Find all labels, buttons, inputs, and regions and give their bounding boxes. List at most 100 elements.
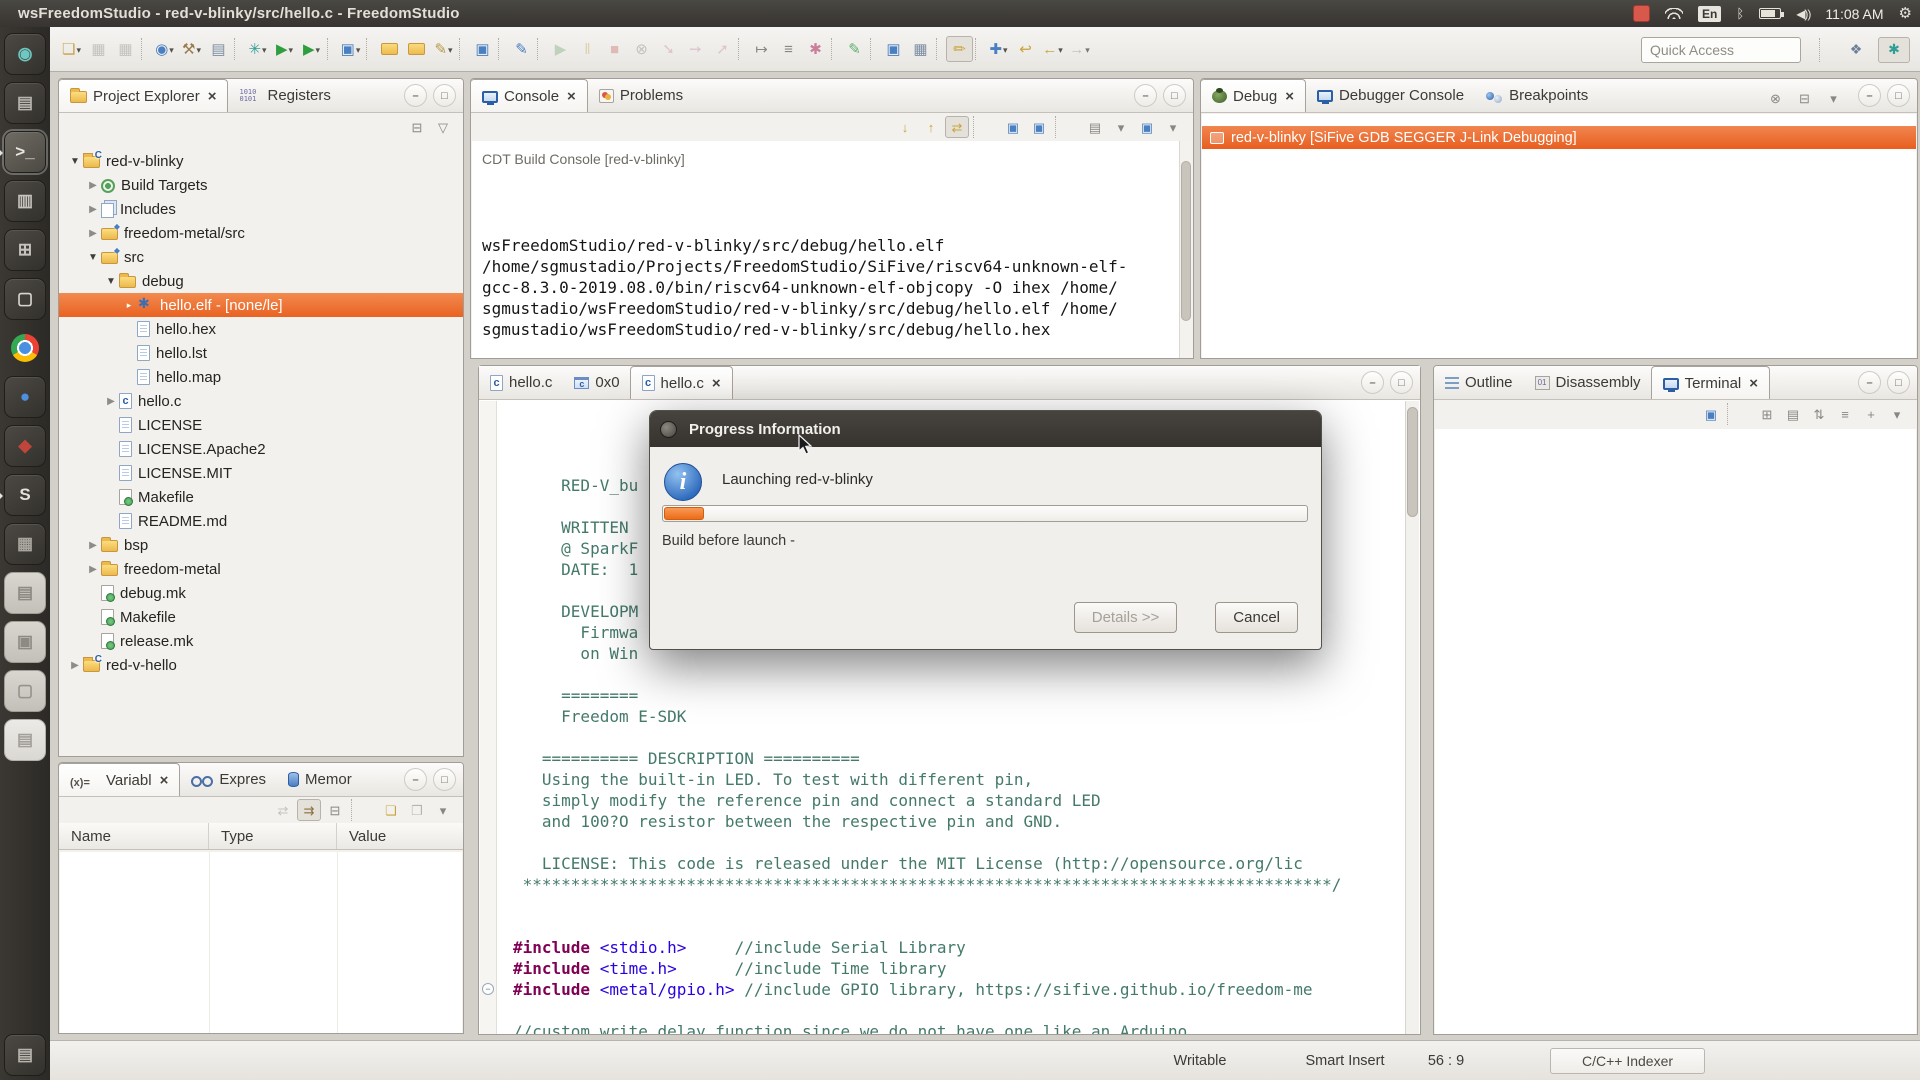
toolbar-button[interactable]: ▦ — [85, 36, 112, 62]
toolbar-button[interactable]: ✏ — [946, 36, 973, 62]
variables-toolbar-button[interactable]: ⇉ — [297, 799, 321, 821]
tree-expand-arrow-icon[interactable]: ▶ — [85, 204, 101, 215]
tab-project-explorer[interactable]: Project Explorer — [58, 79, 228, 112]
launcher-app-icon[interactable]: ▦ — [4, 523, 46, 565]
session-gear-icon[interactable] — [1899, 4, 1912, 23]
tab-terminal[interactable]: Terminal — [1651, 366, 1770, 399]
tab-expressions[interactable]: Expres — [180, 763, 277, 796]
launcher-app-icon[interactable]: ◉ — [4, 33, 46, 75]
toolbar-button[interactable]: ➚ — [709, 36, 736, 62]
editor-tab-hello-c-active[interactable]: hello.c — [630, 366, 733, 399]
dropdown-arrow-icon[interactable] — [316, 40, 321, 58]
toolbar-button[interactable]: ▶ — [547, 36, 574, 62]
dropdown-arrow-icon[interactable] — [1085, 40, 1090, 58]
close-tab-icon[interactable] — [565, 88, 576, 105]
close-tab-icon[interactable] — [710, 375, 721, 392]
toolbar-button[interactable]: ✳ — [244, 36, 271, 62]
dialog-window-button[interactable] — [660, 421, 677, 438]
minimize-view-button[interactable] — [1361, 371, 1384, 394]
tree-expand-arrow-icon[interactable]: ▶ — [103, 396, 119, 407]
toolbar-button[interactable]: ✎ — [430, 36, 457, 62]
toolbar-button[interactable]: ■ — [601, 36, 628, 62]
tree-expand-arrow-icon[interactable]: ▼ — [67, 156, 83, 167]
tree-item[interactable]: debug.mk — [59, 581, 463, 605]
tab-breakpoints[interactable]: Breakpoints — [1475, 79, 1599, 112]
launcher-app-icon[interactable]: ▢ — [4, 278, 46, 320]
console-toolbar-button[interactable]: ▾ — [1109, 116, 1133, 138]
toolbar-button[interactable]: ▤ — [205, 36, 232, 62]
launcher-app-icon[interactable]: ▤ — [4, 572, 46, 614]
dropdown-arrow-icon[interactable] — [262, 40, 267, 58]
column-header-value[interactable]: Value — [337, 823, 463, 849]
tree-item[interactable]: hello.map — [59, 365, 463, 389]
wifi-icon[interactable] — [1665, 8, 1683, 19]
maximize-view-button[interactable] — [433, 768, 456, 791]
tab-console[interactable]: Console — [470, 79, 588, 112]
launcher-app-icon[interactable]: S — [4, 474, 46, 516]
tree-expand-arrow-icon[interactable]: ▼ — [103, 276, 119, 287]
tree-item[interactable]: ▼ debug — [59, 269, 463, 293]
toolbar-button[interactable]: ▣ — [469, 36, 496, 62]
bluetooth-icon[interactable] — [1736, 5, 1744, 23]
tab-outline[interactable]: Outline — [1434, 366, 1524, 399]
details-button[interactable]: Details >> — [1074, 602, 1178, 633]
toolbar-button[interactable] — [498, 38, 506, 60]
toolbar-button[interactable]: ➙ — [682, 36, 709, 62]
scrollbar-thumb[interactable] — [1407, 407, 1418, 517]
tree-item[interactable]: ▶ red-v-hello — [59, 653, 463, 677]
tree-expand-arrow-icon[interactable]: ▶ — [85, 564, 101, 575]
tree-item[interactable]: ▸ hello.elf - [none/le] — [59, 293, 463, 317]
close-tab-icon[interactable] — [206, 88, 217, 105]
toolbar-button[interactable]: ▦ — [907, 36, 934, 62]
minimize-view-button[interactable] — [1858, 84, 1881, 107]
toolbar-button[interactable]: ▶ — [298, 36, 325, 62]
clock[interactable]: 11:08 AM — [1825, 6, 1883, 22]
maximize-view-button[interactable] — [433, 84, 456, 107]
variables-toolbar-button[interactable] — [351, 799, 375, 821]
column-header-type[interactable]: Type — [209, 823, 337, 849]
tree-item[interactable]: hello.hex — [59, 317, 463, 341]
launcher-app-icon[interactable]: ⊞ — [4, 229, 46, 271]
toolbar-button[interactable]: ➘ — [655, 36, 682, 62]
minimize-view-button[interactable] — [1858, 371, 1881, 394]
tab-disassembly[interactable]: Disassembly — [1524, 366, 1652, 399]
dialog-titlebar[interactable]: Progress Information — [650, 411, 1321, 447]
variables-toolbar-button[interactable]: ▾ — [431, 799, 455, 821]
console-toolbar-button[interactable] — [1055, 116, 1079, 138]
tree-item[interactable]: ▶ Build Targets — [59, 173, 463, 197]
terminal-toolbar-button[interactable]: ≡ — [1833, 403, 1857, 425]
terminal-content[interactable] — [1435, 429, 1916, 1034]
toolbar-button[interactable] — [870, 38, 878, 60]
launcher-app-icon[interactable]: ▥ — [4, 180, 46, 222]
toolbar-button[interactable] — [141, 38, 149, 60]
tree-item[interactable]: ▼ src — [59, 245, 463, 269]
scrollbar-thumb[interactable] — [1181, 161, 1191, 321]
keyboard-layout-indicator[interactable]: En — [1698, 6, 1721, 22]
toolbar-button[interactable] — [936, 38, 944, 60]
maximize-view-button[interactable] — [1887, 371, 1910, 394]
launcher-app-icon[interactable]: ● — [4, 376, 46, 418]
debug-toolbar-button[interactable]: ⊗ — [1762, 85, 1789, 111]
tree-item[interactable]: ▶ freedom-metal/src — [59, 221, 463, 245]
editor-tab-hello-c[interactable]: hello.c — [479, 366, 563, 399]
console-toolbar-button[interactable]: ▤ — [1083, 116, 1107, 138]
toolbar-button[interactable]: ⊗ — [628, 36, 655, 62]
tab-variables[interactable]: Variabl — [58, 763, 180, 796]
dropdown-arrow-icon[interactable] — [1003, 40, 1008, 58]
console-toolbar-button[interactable]: ▾ — [1161, 116, 1185, 138]
debug-toolbar-button[interactable]: ▾ — [1820, 85, 1847, 111]
tree-item[interactable]: Makefile — [59, 605, 463, 629]
cancel-button[interactable]: Cancel — [1215, 602, 1298, 633]
tree-item[interactable]: ▶ freedom-metal — [59, 557, 463, 581]
tree-expand-arrow-icon[interactable]: ▶ — [67, 660, 83, 671]
tree-item[interactable]: LICENSE.MIT — [59, 461, 463, 485]
toolbar-button[interactable] — [975, 38, 983, 60]
tab-debug[interactable]: Debug — [1200, 79, 1306, 112]
dropdown-arrow-icon[interactable] — [448, 40, 453, 58]
tab-memory[interactable]: Memor — [277, 763, 363, 796]
dropdown-arrow-icon[interactable] — [169, 40, 174, 58]
tree-item[interactable]: ▶ hello.c — [59, 389, 463, 413]
terminal-toolbar-button[interactable]: ⇅ — [1807, 403, 1831, 425]
terminal-toolbar-button[interactable]: ⊞ — [1755, 403, 1779, 425]
editor-scrollbar[interactable] — [1405, 401, 1419, 1034]
